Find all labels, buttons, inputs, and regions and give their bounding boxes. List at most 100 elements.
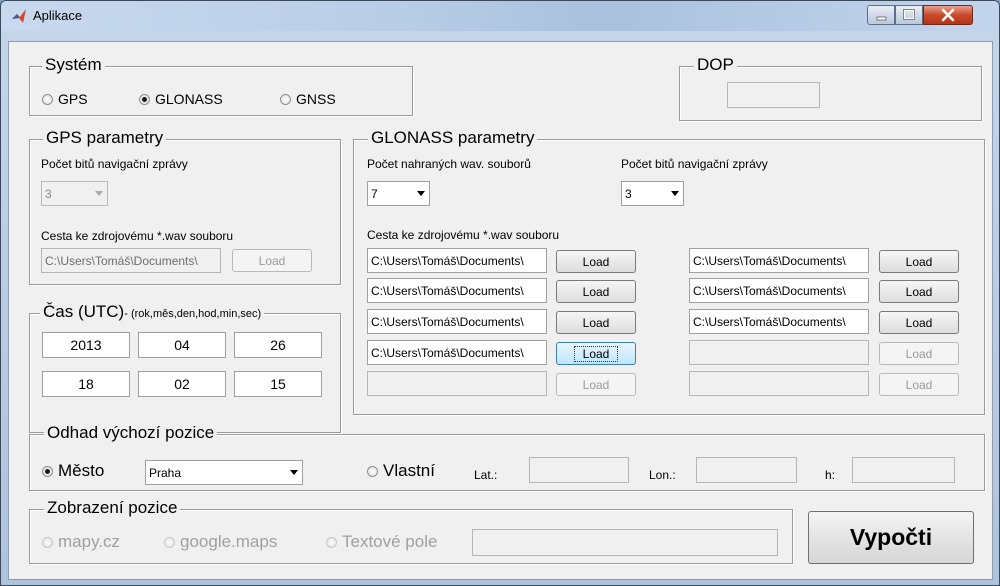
position-display-panel: Zobrazení pozice mapy.cz google.maps Tex… xyxy=(29,498,793,564)
glonass-path-field-5 xyxy=(367,371,547,396)
radio-mapy-cz-indicator xyxy=(42,536,53,548)
position-estimate-title: Odhad výchozí pozice xyxy=(44,423,218,443)
glonass-params-title: GLONASS parametry xyxy=(368,128,538,148)
gps-params-panel: GPS parametry Počet bitů navigační zpráv… xyxy=(29,128,341,285)
maximize-icon xyxy=(903,9,915,20)
glonass-load-button-5: Load xyxy=(556,373,636,396)
gps-path-label: Cesta ke zdrojovému *.wav souboru xyxy=(41,229,234,243)
height-field xyxy=(852,457,955,483)
system-panel-title: Systém xyxy=(42,55,105,75)
dop-panel-title: DOP xyxy=(694,55,737,75)
time-panel-subtitle: - (rok,měs,den,hod,min,sec) xyxy=(124,308,262,320)
glonass-bits-select[interactable]: 3 xyxy=(621,181,684,206)
matlab-logo-icon xyxy=(12,9,26,23)
glonass-load-button-4-label: Load xyxy=(573,345,619,362)
glonass-files-select[interactable]: 7 xyxy=(367,181,430,206)
close-icon xyxy=(941,8,955,22)
radio-text-field-indicator xyxy=(326,536,337,548)
radio-google-maps: google.maps xyxy=(164,532,277,552)
minimize-button[interactable] xyxy=(867,5,895,25)
time-minute-field[interactable]: 02 xyxy=(138,371,226,397)
dop-panel: DOP xyxy=(679,55,982,121)
gps-bits-value: 3 xyxy=(45,186,52,201)
glonass-load-button-3[interactable]: Load xyxy=(556,311,636,334)
position-estimate-panel: Odhad výchozí pozice Město Praha Vlastní… xyxy=(29,423,985,491)
time-day-field[interactable]: 26 xyxy=(234,332,322,358)
glonass-path-field-6[interactable]: C:\Users\Tomáš\Documents\ xyxy=(689,248,869,273)
glonass-bits-label: Počet bitů navigační zprávy xyxy=(621,157,768,171)
radio-gnss-label: GNSS xyxy=(296,91,336,107)
title-bar[interactable]: Aplikace xyxy=(1,1,999,31)
glonass-load-button-9: Load xyxy=(879,342,959,365)
minimize-icon xyxy=(876,16,887,21)
glonass-files-value: 7 xyxy=(371,186,378,201)
glonass-load-button-6[interactable]: Load xyxy=(879,250,959,273)
time-month-field[interactable]: 04 xyxy=(138,332,226,358)
glonass-load-button-4[interactable]: Load xyxy=(556,342,636,365)
glonass-path-field-4[interactable]: C:\Users\Tomáš\Documents\ xyxy=(367,340,547,365)
radio-own-label: Vlastní xyxy=(383,461,435,480)
glonass-path-field-8[interactable]: C:\Users\Tomáš\Documents\ xyxy=(689,309,869,334)
application-window: Aplikace Systém GPS GLONASS GNSS DOP GPS… xyxy=(0,0,1000,586)
glonass-path-field-3[interactable]: C:\Users\Tomáš\Documents\ xyxy=(367,309,547,334)
radio-city-indicator xyxy=(42,465,53,477)
height-label: h: xyxy=(825,468,836,482)
client-area: Systém GPS GLONASS GNSS DOP GPS parametr… xyxy=(8,41,993,580)
gps-params-title: GPS parametry xyxy=(43,128,167,148)
lat-field xyxy=(529,457,629,483)
chevron-down-icon xyxy=(90,182,107,205)
dop-value-field xyxy=(727,82,820,108)
glonass-load-button-8[interactable]: Load xyxy=(879,311,959,334)
chevron-down-icon xyxy=(285,461,302,484)
time-panel-title-text: Čas (UTC) xyxy=(43,302,125,321)
time-second-field[interactable]: 15 xyxy=(234,371,322,397)
time-hour-field[interactable]: 18 xyxy=(42,371,130,397)
chevron-down-icon xyxy=(412,182,429,205)
window-title: Aplikace xyxy=(33,8,83,23)
gps-bits-select: 3 xyxy=(41,181,108,206)
radio-city[interactable]: Město xyxy=(42,461,104,481)
radio-own[interactable]: Vlastní xyxy=(367,461,435,481)
radio-glonass-label: GLONASS xyxy=(155,91,223,107)
gps-bits-label: Počet bitů navigační zprávy xyxy=(41,157,188,171)
gps-path-field: C:\Users\Tomáš\Documents\ xyxy=(41,248,221,273)
radio-gps-indicator xyxy=(42,93,53,105)
position-text-field xyxy=(472,529,778,556)
glonass-files-label: Počet nahraných wav. souborů xyxy=(367,157,531,171)
compute-button[interactable]: Vypočti xyxy=(808,511,974,564)
lat-label: Lat.: xyxy=(474,468,498,482)
radio-text-field: Textové pole xyxy=(326,532,437,552)
time-year-field[interactable]: 2013 xyxy=(42,332,130,358)
maximize-button[interactable] xyxy=(895,5,923,25)
lon-field xyxy=(696,457,797,483)
radio-mapy-cz-label: mapy.cz xyxy=(58,532,121,551)
city-select-value: Praha xyxy=(149,465,182,480)
radio-glonass[interactable]: GLONASS xyxy=(139,89,223,109)
close-button[interactable] xyxy=(923,5,973,25)
radio-mapy-cz: mapy.cz xyxy=(42,532,120,552)
glonass-path-field-7[interactable]: C:\Users\Tomáš\Documents\ xyxy=(689,278,869,303)
radio-gnss[interactable]: GNSS xyxy=(280,89,336,109)
glonass-params-panel: GLONASS parametry Počet nahraných wav. s… xyxy=(353,128,985,415)
radio-gnss-indicator xyxy=(280,93,291,105)
glonass-load-button-1[interactable]: Load xyxy=(556,250,636,273)
position-display-title: Zobrazení pozice xyxy=(44,498,181,518)
radio-city-label: Město xyxy=(58,461,105,480)
glonass-bits-value: 3 xyxy=(625,186,632,201)
glonass-path-field-2[interactable]: C:\Users\Tomáš\Documents\ xyxy=(367,278,547,303)
radio-gps[interactable]: GPS xyxy=(42,89,88,109)
glonass-path-label: Cesta ke zdrojovému *.wav souboru xyxy=(367,228,560,242)
lon-label: Lon.: xyxy=(649,468,676,482)
glonass-path-field-1[interactable]: C:\Users\Tomáš\Documents\ xyxy=(367,248,547,273)
radio-own-indicator xyxy=(367,465,378,477)
time-panel: Čas (UTC)- (rok,měs,den,hod,min,sec) 201… xyxy=(29,302,341,433)
glonass-load-button-2[interactable]: Load xyxy=(556,280,636,303)
glonass-path-field-10 xyxy=(689,371,869,396)
city-select[interactable]: Praha xyxy=(145,460,303,485)
glonass-load-button-7[interactable]: Load xyxy=(879,280,959,303)
radio-gps-label: GPS xyxy=(58,91,88,107)
radio-google-maps-label: google.maps xyxy=(180,532,278,551)
glonass-path-field-9 xyxy=(689,340,869,365)
time-panel-title: Čas (UTC)- (rok,měs,den,hod,min,sec) xyxy=(40,302,265,324)
gps-load-button: Load xyxy=(232,249,312,272)
